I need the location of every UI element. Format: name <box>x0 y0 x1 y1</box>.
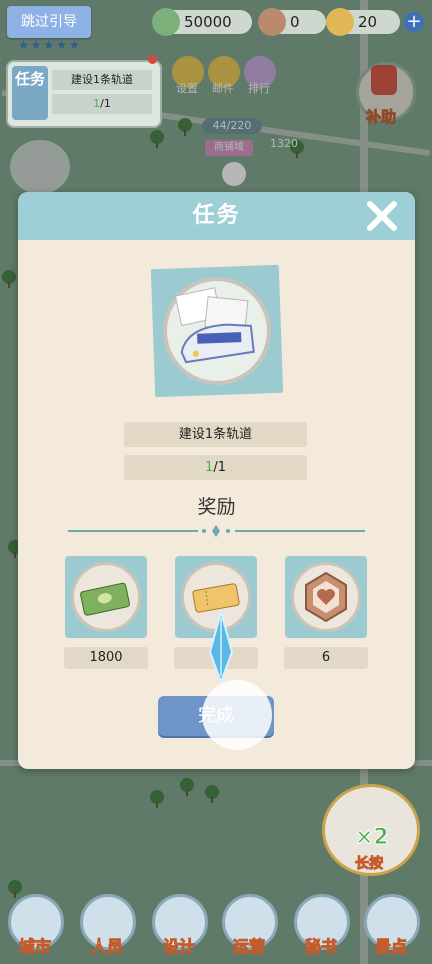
nav-operations-label: 运营 <box>232 937 265 957</box>
tickets-value: 20 <box>358 13 378 31</box>
dialog-title: 任务 <box>192 203 241 228</box>
star-rating: ★★★★★ <box>18 38 82 52</box>
reward-cash <box>65 556 147 638</box>
money-counter: 50000 <box>152 8 252 36</box>
divider-ornament <box>68 525 365 537</box>
nav-city[interactable]: 城市 <box>4 888 66 958</box>
ticket-icon <box>326 8 354 36</box>
task-name: 建设1条轨道 <box>124 422 307 447</box>
quest-task: 建设1条轨道 <box>52 70 152 90</box>
quest-badge: 任务 <box>12 66 48 120</box>
reward-heart-medal-value: 6 <box>284 647 368 669</box>
reward-cash-circle <box>71 562 141 632</box>
heart-medal-icon <box>258 8 286 36</box>
task-progress-total: /1 <box>213 460 226 475</box>
quest-progress: 1/1 <box>52 94 152 114</box>
task-illustration <box>150 264 284 398</box>
nav-city-label: 城市 <box>18 937 51 957</box>
quest-progress-total: /1 <box>100 97 111 110</box>
train-icon <box>174 287 255 364</box>
task-progress: 1/1 <box>124 455 307 480</box>
nav-attractions[interactable]: 景点 <box>360 888 422 958</box>
notification-dot <box>148 55 157 64</box>
money-value: 50000 <box>184 13 232 31</box>
add-currency-button[interactable]: + <box>404 12 424 32</box>
reward-heart-medal-circle <box>291 562 361 632</box>
reward-cash-value: 1800 <box>64 647 148 669</box>
nav-staff-label: 人员 <box>90 937 123 957</box>
task-illustration-circle <box>161 275 273 387</box>
reward-title: 奖励 <box>197 496 236 518</box>
skip-tutorial-button[interactable]: 跳过引导 <box>7 6 91 38</box>
tutorial-highlight <box>202 680 272 750</box>
heart-medal-icon <box>305 571 347 623</box>
reward-heart-medal <box>285 556 367 638</box>
hearts-value: 0 <box>290 13 300 31</box>
quest-card[interactable]: 任务 建设1条轨道 1/1 <box>6 60 162 128</box>
hearts-counter: 0 <box>258 8 326 36</box>
boost-button[interactable]: ×2 长按 <box>322 784 420 876</box>
quest-dialog: 任务 建设1条轨道 1/1 奖励 1800 6 <box>18 192 415 769</box>
boost-label: 长按 <box>355 856 384 873</box>
nav-staff[interactable]: 人员 <box>76 888 138 958</box>
tickets-counter: 20 <box>326 8 400 36</box>
close-icon[interactable] <box>364 198 400 234</box>
boost-multiplier: ×2 <box>355 825 390 851</box>
nav-secretary-label: 秘书 <box>304 937 337 957</box>
nav-design-label: 设计 <box>162 937 195 957</box>
cash-stack-icon <box>80 582 130 616</box>
nav-secretary[interactable]: 秘书 <box>290 888 352 958</box>
cash-icon <box>152 8 180 36</box>
nav-design[interactable]: 设计 <box>148 888 210 958</box>
nav-attractions-label: 景点 <box>374 937 407 957</box>
nav-operations[interactable]: 运营 <box>218 888 280 958</box>
tutorial-pointer-icon <box>208 612 234 682</box>
